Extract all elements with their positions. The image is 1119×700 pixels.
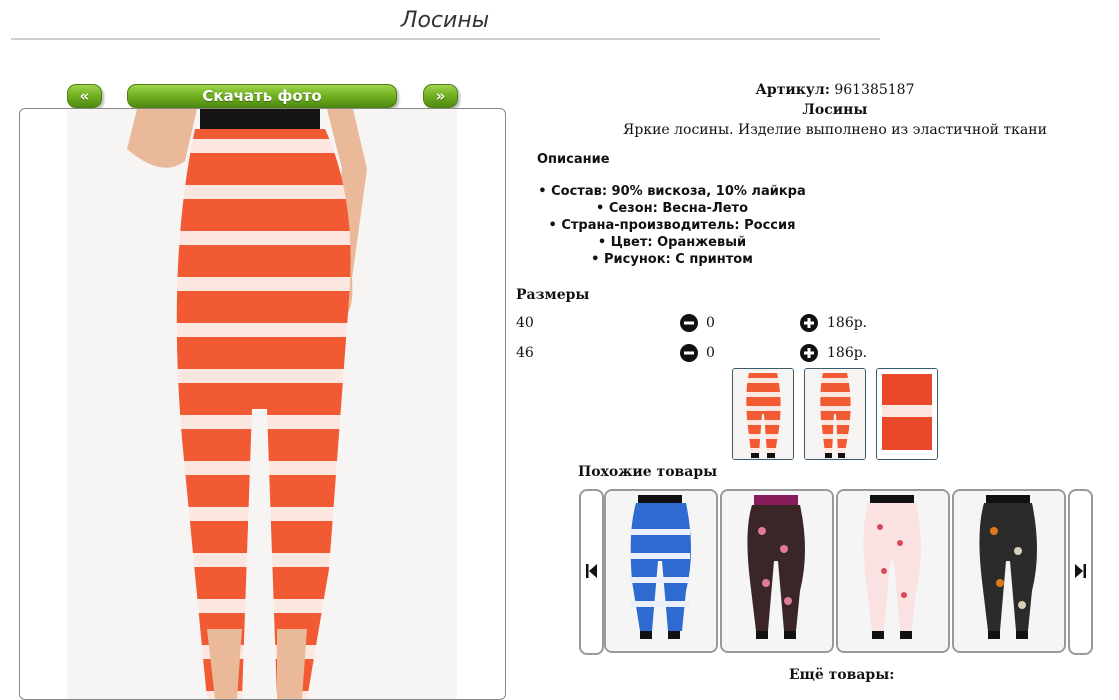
thumbnail-image [877,369,937,459]
plus-circle-icon[interactable] [800,344,818,362]
quantity-value: 0 [706,345,715,361]
property-item: • Рисунок: С принтом [591,252,753,267]
similar-product-card[interactable] [952,489,1066,653]
product-image [606,491,716,651]
size-value: 46 [516,345,534,361]
carousel-prev-button[interactable] [579,489,604,655]
property-item: • Состав: 90% вискоза, 10% лайкра [538,184,806,199]
property-item: • Страна-производитель: Россия [548,218,796,233]
product-image [838,491,948,651]
size-value: 40 [516,315,534,331]
sku-value: 961385187 [834,82,915,98]
property-item: • Сезон: Весна-Лето [595,201,749,216]
product-image [954,491,1064,651]
main-photo-frame [19,108,506,700]
product-short-description: Яркие лосины. Изделие выполнено из эласт… [623,122,1047,138]
thumbnail-image [733,369,793,459]
similar-product-card[interactable] [720,489,834,653]
product-image [722,491,832,651]
property-list: • Состав: 90% вискоза, 10% лайкра • Сезо… [512,183,832,268]
page-title: Лосины [400,8,490,33]
price-value: 186р. [827,315,868,331]
similar-products-heading: Похожие товары [578,464,718,480]
sizes-heading: Размеры [516,287,590,303]
plus-circle-icon[interactable] [800,314,818,332]
photo-thumbnail[interactable] [876,368,938,460]
title-divider [11,38,880,40]
photo-thumbnail[interactable] [804,368,866,460]
sku-label: Артикул: [755,82,830,98]
skip-back-icon [586,564,597,578]
download-photo-button[interactable]: Скачать фото [127,84,397,108]
minus-circle-icon[interactable] [680,344,698,362]
size-row: 46 0 186р. [516,343,876,365]
thumbnail-image [805,369,865,459]
quantity-value: 0 [706,315,715,331]
next-photo-button[interactable]: » [423,84,458,108]
property-item: • Цвет: Оранжевый [597,235,747,250]
photo-thumbnail[interactable] [732,368,794,460]
carousel-next-button[interactable] [1068,489,1093,655]
price-value: 186р. [827,345,868,361]
prev-photo-button[interactable]: « [67,84,102,108]
similar-product-card[interactable] [604,489,718,653]
skip-forward-icon [1075,564,1086,578]
product-info: Артикул: 961385187 Лосины Яркие лосины. … [600,80,1070,140]
similar-product-card[interactable] [836,489,950,653]
main-product-photo[interactable] [67,109,457,699]
minus-circle-icon[interactable] [680,314,698,332]
size-row: 40 0 186р. [516,313,876,335]
product-name: Лосины [802,102,868,118]
description-heading: Описание [537,152,610,167]
